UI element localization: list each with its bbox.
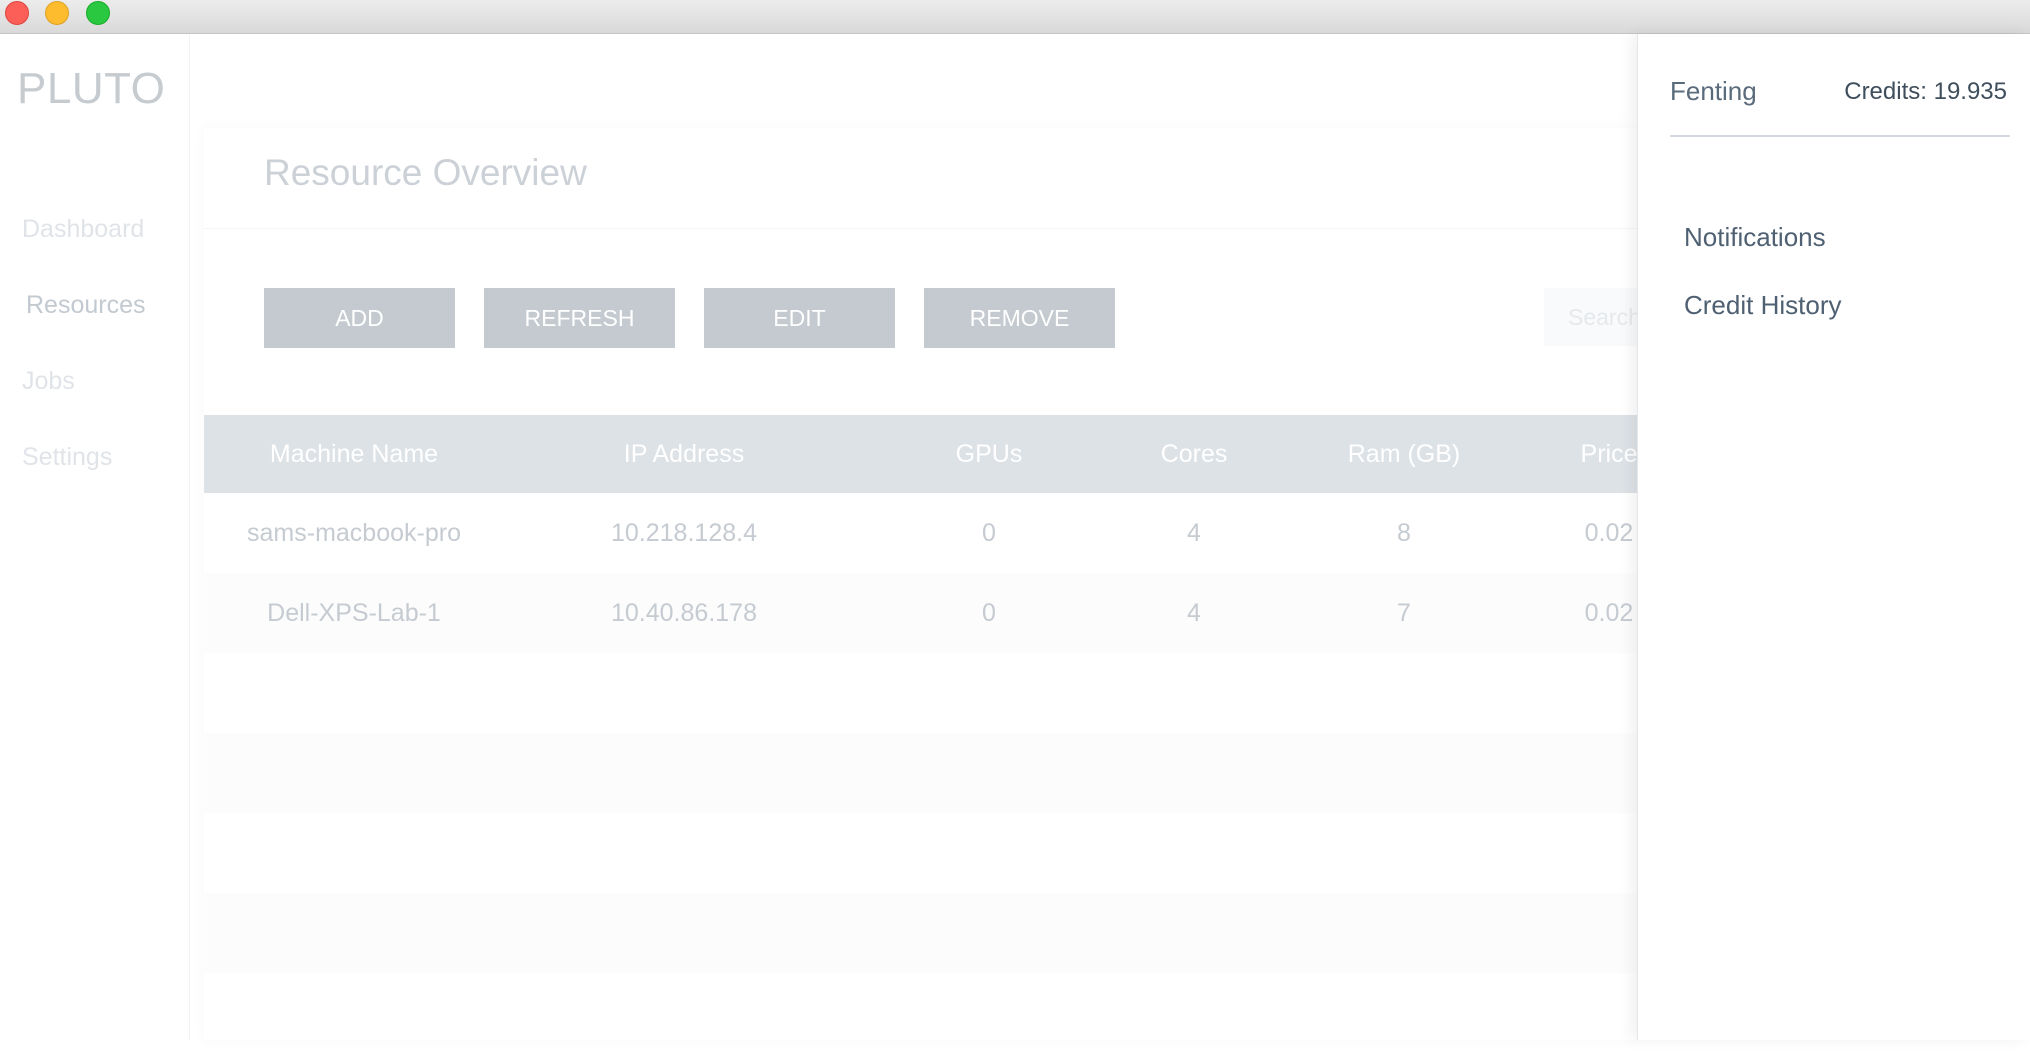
- app-logo: PLUTO: [17, 64, 166, 113]
- column-header-ram[interactable]: Ram (GB): [1284, 415, 1524, 493]
- cell-gpus: 0: [982, 519, 996, 547]
- window-maximize-button[interactable]: [86, 1, 110, 25]
- drawer-divider: [1670, 135, 2010, 137]
- sidebar-item-dashboard[interactable]: Dashboard: [22, 215, 144, 244]
- empty-table-row: [204, 973, 1640, 1053]
- cell-cores: 4: [1187, 599, 1201, 627]
- sidebar: PLUTO Dashboard Resources Jobs Settings: [0, 34, 190, 1040]
- main-content: Resource Overview ADD REFRESH EDIT REMOV…: [190, 34, 1664, 1040]
- column-header-machine-name[interactable]: Machine Name: [204, 415, 504, 493]
- remove-button[interactable]: REMOVE: [924, 288, 1115, 348]
- table-row[interactable]: sams-macbook-pro 10.218.128.4 0 4 8 0.02: [204, 493, 1640, 573]
- resource-panel: Resource Overview ADD REFRESH EDIT REMOV…: [204, 128, 1664, 1040]
- cell-ram: 8: [1397, 519, 1411, 547]
- window-close-button[interactable]: [5, 1, 29, 25]
- window-minimize-button[interactable]: [45, 1, 69, 25]
- table-row[interactable]: Dell-XPS-Lab-1 10.40.86.178 0 4 7 0.02: [204, 573, 1640, 653]
- title-divider: [204, 228, 1640, 229]
- sidebar-item-settings[interactable]: Settings: [22, 443, 112, 472]
- column-header-gpus[interactable]: GPUs: [894, 415, 1084, 493]
- sidebar-item-jobs[interactable]: Jobs: [22, 367, 75, 396]
- cell-machine-name: Dell-XPS-Lab-1: [267, 599, 441, 627]
- empty-table-row: [204, 653, 1640, 733]
- notifications-link[interactable]: Notifications: [1684, 222, 1826, 253]
- refresh-button[interactable]: REFRESH: [484, 288, 675, 348]
- cell-ram: 7: [1397, 599, 1411, 627]
- column-header-cores[interactable]: Cores: [1084, 415, 1304, 493]
- empty-table-row: [204, 893, 1640, 973]
- edit-button[interactable]: EDIT: [704, 288, 895, 348]
- account-drawer: Fenting Credits: 19.935 Notifications Cr…: [1637, 34, 2030, 1040]
- column-header-ip-address[interactable]: IP Address: [504, 415, 864, 493]
- cell-gpus: 0: [982, 599, 996, 627]
- credit-history-link[interactable]: Credit History: [1684, 290, 1841, 321]
- resources-table: Machine Name IP Address GPUs Cores Ram (…: [204, 415, 1640, 1053]
- empty-table-row: [204, 813, 1640, 893]
- window-titlebar: [0, 0, 2030, 34]
- cell-machine-name: sams-macbook-pro: [247, 519, 461, 547]
- page-title: Resource Overview: [264, 152, 587, 193]
- sidebar-item-resources[interactable]: Resources: [26, 291, 146, 320]
- cell-ip-address: 10.218.128.4: [611, 519, 757, 547]
- empty-table-row: [204, 733, 1640, 813]
- add-button[interactable]: ADD: [264, 288, 455, 348]
- user-name: Fenting: [1670, 76, 1757, 106]
- credits-balance: Credits: 19.935: [1844, 78, 2007, 105]
- cell-cores: 4: [1187, 519, 1201, 547]
- table-header: Machine Name IP Address GPUs Cores Ram (…: [204, 415, 1640, 493]
- cell-ip-address: 10.40.86.178: [611, 599, 757, 627]
